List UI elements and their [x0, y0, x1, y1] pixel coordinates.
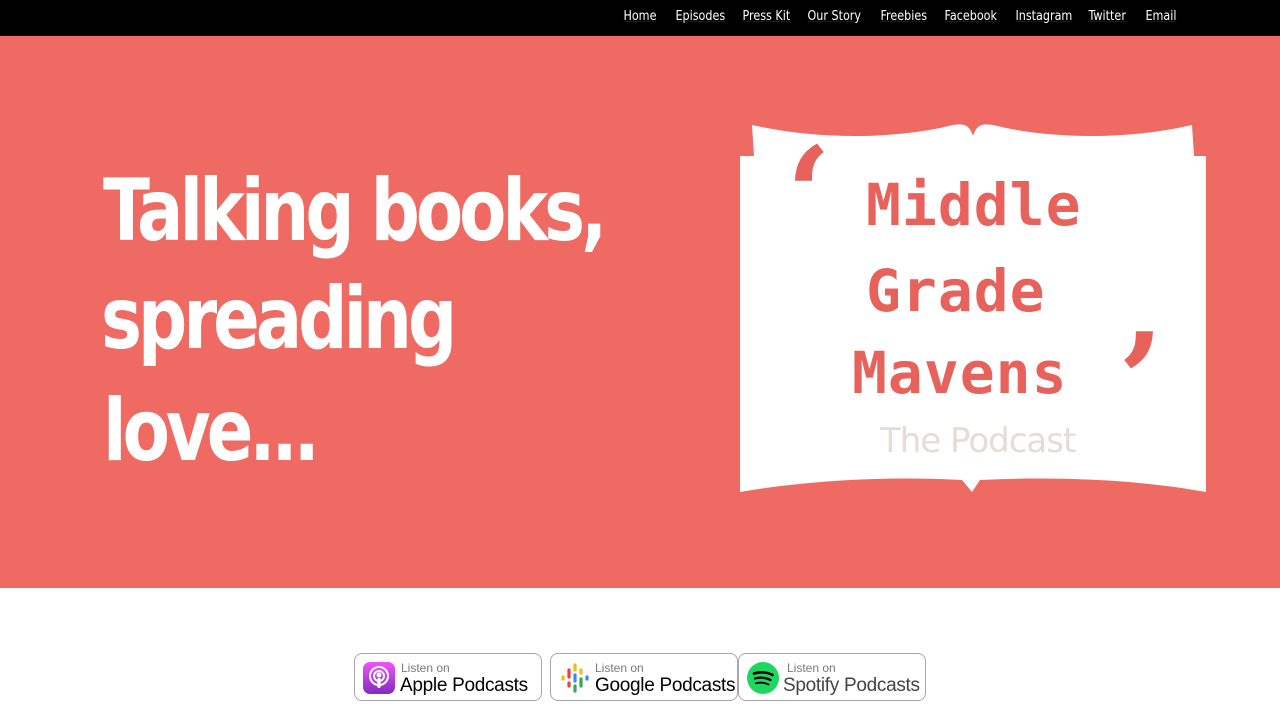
spotify-icon	[747, 662, 779, 694]
logo-line-middle: Middle	[866, 171, 1082, 239]
nav-our-story-label: Our Story	[807, 9, 862, 24]
close-quote-mark: ’	[1118, 304, 1164, 457]
headline-line-2: spreading	[101, 269, 457, 369]
logo-line-mavens: Mavens	[852, 339, 1068, 407]
apple-podcasts-button[interactable]: Listen on Apple Podcasts	[354, 653, 542, 701]
apple-podcasts-icon	[363, 662, 395, 694]
nav-freebies-link[interactable]: Freebies	[877, 7, 939, 29]
nav-home-link[interactable]: Home	[620, 7, 666, 29]
spotify-badge-small-text: Listen on	[787, 661, 836, 675]
nav-instagram-label: Instagram	[1015, 9, 1073, 24]
nav-press-kit-link[interactable]: Press Kit	[739, 7, 803, 29]
nav-episodes-link[interactable]: Episodes	[672, 7, 738, 29]
nav-our-story-link[interactable]: Our Story	[804, 7, 874, 29]
nav-facebook-label: Facebook	[944, 9, 997, 24]
nav-press-kit-label: Press Kit	[742, 9, 791, 24]
nav-facebook-link[interactable]: Facebook	[941, 7, 1010, 29]
google-podcasts-icon	[561, 663, 589, 693]
logo-line-grade: Grade	[866, 257, 1046, 325]
nav-freebies-label: Freebies	[880, 9, 928, 24]
top-nav-bar: Home Episodes Press Kit Our Story Freebi…	[0, 0, 1280, 36]
podcast-logo[interactable]: ‘ Middle Grade Mavens ’ The Podcast	[740, 120, 1206, 495]
nav-home-label: Home	[623, 9, 657, 24]
apple-badge-label: Apple Podcasts	[400, 675, 528, 696]
spotify-badge-label: Spotify Podcasts	[783, 675, 920, 696]
logo-subtitle: The Podcast	[880, 421, 1076, 461]
headline-line-1: Talking books,	[103, 161, 607, 261]
google-podcasts-button[interactable]: Listen on Google Podcasts	[550, 653, 738, 701]
google-badge-label: Google Podcasts	[595, 675, 736, 696]
nav-episodes-label: Episodes	[675, 9, 726, 24]
headline-line-3: love...	[103, 381, 320, 481]
open-quote-mark: ‘	[786, 118, 832, 271]
nav-email-link[interactable]: Email	[1142, 7, 1186, 29]
nav-twitter-label: Twitter	[1088, 9, 1126, 24]
nav-email-label: Email	[1145, 9, 1177, 24]
google-badge-small-text: Listen on	[595, 661, 644, 675]
nav-twitter-link[interactable]: Twitter	[1085, 7, 1137, 29]
spotify-podcasts-button[interactable]: Listen on Spotify Podcasts	[738, 653, 926, 701]
nav-instagram-link[interactable]: Instagram	[1012, 7, 1086, 29]
apple-badge-small-text: Listen on	[401, 661, 450, 675]
